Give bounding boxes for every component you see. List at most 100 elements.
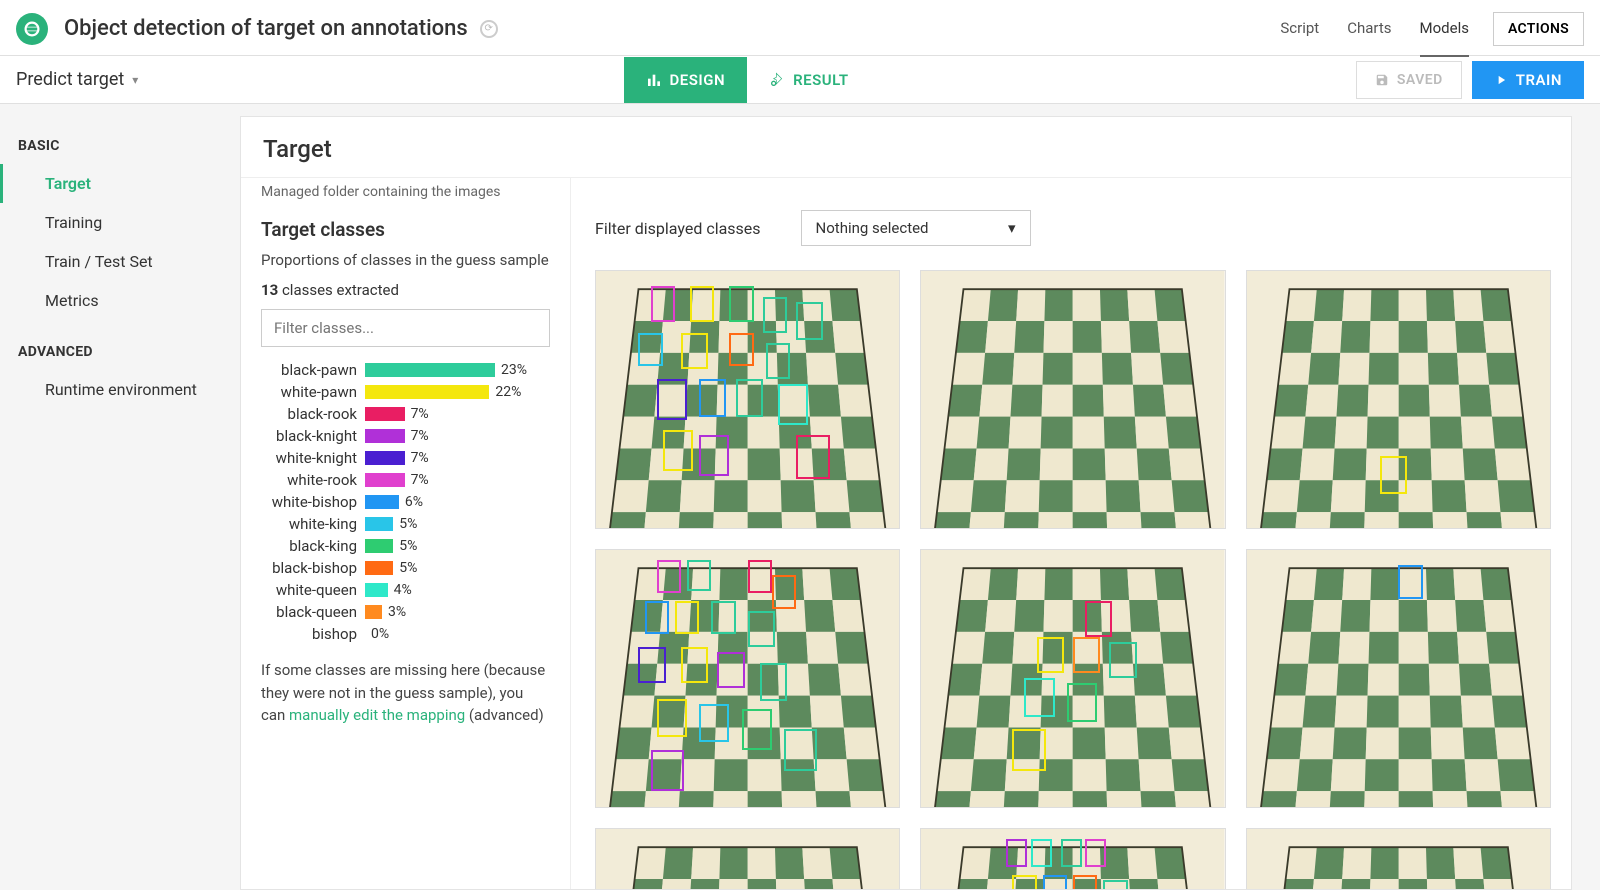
caret-down-icon: ▾ [1008, 219, 1016, 237]
bounding-box [729, 286, 753, 322]
bounding-box [736, 379, 763, 418]
class-bar-wrap: 7% [365, 472, 550, 488]
bounding-box [681, 647, 708, 683]
nav-charts[interactable]: Charts [1347, 1, 1391, 57]
content-wrap: Target Managed folder containing the ima… [240, 104, 1600, 890]
bounding-box [1067, 683, 1097, 722]
bounding-box [717, 652, 744, 688]
bounding-box [657, 699, 687, 738]
class-label: white-pawn [261, 383, 357, 401]
class-bar-wrap: 22% [365, 384, 550, 400]
bounding-box [729, 333, 753, 366]
app-logo-icon[interactable] [16, 13, 48, 45]
missing-suffix: (advanced) [465, 706, 544, 724]
refresh-icon[interactable]: ⟳ [480, 20, 498, 38]
bounding-box [1398, 565, 1422, 598]
annotated-image[interactable] [920, 828, 1225, 889]
actions-button[interactable]: ACTIONS [1493, 12, 1584, 46]
annotated-image[interactable] [1246, 270, 1551, 529]
sub-header: Predict target ▾ DESIGN RESULT SAVED TRA… [0, 56, 1600, 104]
bounding-box [1109, 642, 1136, 678]
class-bar-wrap: 7% [365, 450, 550, 466]
bounding-box [638, 333, 662, 366]
class-row: white-queen 4% [261, 581, 550, 599]
bounding-box [1037, 637, 1064, 673]
bounding-box [1024, 678, 1054, 717]
bounding-box [1085, 601, 1112, 637]
nav-script[interactable]: Script [1280, 1, 1319, 57]
bounding-box [1073, 637, 1100, 673]
bounding-box [699, 435, 729, 476]
annotated-image[interactable] [595, 828, 900, 889]
bounding-box [748, 560, 772, 593]
class-label: black-bishop [261, 559, 357, 577]
tab-result[interactable]: RESULT [747, 57, 871, 103]
class-row: white-knight7% [261, 449, 550, 467]
extracted-count: 13 [261, 281, 278, 299]
content-card: Target Managed folder containing the ima… [240, 116, 1572, 890]
target-classes-heading: Target classes [261, 218, 550, 241]
bounding-box [681, 333, 708, 369]
class-bar-wrap: 5% [365, 560, 550, 576]
bounding-box [763, 297, 787, 333]
bounding-box [711, 601, 735, 634]
annotated-image[interactable] [920, 549, 1225, 808]
tab-design[interactable]: DESIGN [624, 57, 748, 103]
bounding-box [1043, 875, 1067, 889]
class-bar-wrap: 4% [365, 582, 550, 598]
manually-edit-mapping-link[interactable]: manually edit the mapping [289, 706, 465, 724]
play-icon [1494, 73, 1508, 87]
bounding-box [690, 286, 714, 322]
bounding-box [1012, 875, 1036, 889]
saved-button: SAVED [1356, 61, 1462, 99]
bounding-box [1380, 456, 1407, 495]
sidebar-item-runtime-env[interactable]: Runtime environment [0, 370, 240, 409]
class-bar [365, 429, 405, 443]
class-bar-wrap: 7% [365, 406, 550, 422]
class-percent: 4% [394, 582, 412, 598]
bounding-box [657, 560, 681, 593]
train-label: TRAIN [1516, 71, 1562, 89]
sidebar-item-train-test-set[interactable]: Train / Test Set [0, 242, 240, 281]
bounding-box [1085, 839, 1106, 867]
bounding-box [766, 343, 790, 379]
right-panel: Filter displayed classes Nothing selecte… [571, 178, 1571, 889]
class-percent: 3% [388, 604, 406, 620]
bounding-box [796, 435, 829, 479]
annotated-image[interactable] [595, 270, 900, 529]
sidebar-heading-basic: BASIC [0, 128, 240, 164]
class-bar [365, 583, 388, 597]
sidebar: BASIC Target Training Train / Test Set M… [0, 104, 240, 890]
bounding-box [699, 704, 729, 743]
bounding-box [699, 379, 726, 418]
class-label: white-rook [261, 471, 357, 489]
sidebar-heading-advanced: ADVANCED [0, 334, 240, 370]
sidebar-item-metrics[interactable]: Metrics [0, 281, 240, 320]
class-label: white-king [261, 515, 357, 533]
annotated-image[interactable] [1246, 828, 1551, 889]
predict-target-dropdown[interactable]: Predict target ▾ [16, 69, 138, 90]
bounding-box [687, 560, 711, 591]
annotated-image[interactable] [1246, 549, 1551, 808]
nav-models[interactable]: Models [1420, 1, 1469, 57]
bounding-box [651, 286, 675, 322]
annotated-image[interactable] [920, 270, 1225, 529]
bounding-box [1031, 839, 1052, 867]
sidebar-item-target[interactable]: Target [0, 164, 240, 203]
class-percent: 6% [405, 494, 423, 510]
sidebar-item-training[interactable]: Training [0, 203, 240, 242]
tab-design-label: DESIGN [670, 71, 726, 89]
filter-displayed-select[interactable]: Nothing selected ▾ [801, 210, 1031, 246]
class-row: white-king5% [261, 515, 550, 533]
class-bar [365, 605, 382, 619]
bounding-box [657, 379, 687, 420]
filter-classes-input[interactable] [261, 309, 550, 347]
class-label: white-queen [261, 581, 357, 599]
train-button[interactable]: TRAIN [1472, 61, 1584, 99]
classes-extracted-line: 13 classes extracted [261, 281, 550, 299]
annotated-image[interactable] [595, 549, 900, 808]
class-bar [365, 539, 393, 553]
main-area: BASIC Target Training Train / Test Set M… [0, 104, 1600, 890]
bounding-box [784, 729, 817, 770]
class-percent: 5% [399, 538, 417, 554]
